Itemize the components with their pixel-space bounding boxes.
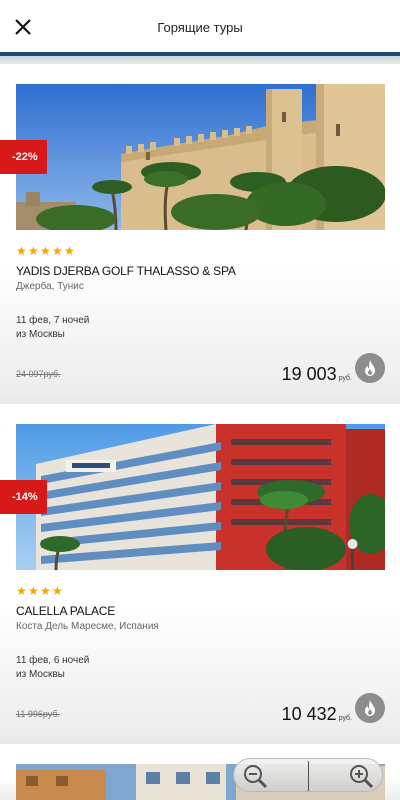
hotel-name[interactable]: YADIS DJERBA GOLF THALASSO & SPA — [16, 264, 236, 278]
zoom-out-icon[interactable] — [242, 763, 268, 789]
zoom-control — [233, 758, 383, 792]
old-price: 11 996руб. — [16, 709, 61, 719]
tour-dates: 11 фев, 7 ночей — [16, 315, 90, 326]
hotel-location: Джерба, Тунис — [16, 281, 84, 292]
star-icon: ★ — [28, 584, 39, 598]
price-value: 19 003 — [281, 364, 337, 384]
old-price: 24 097руб. — [16, 369, 61, 379]
departure-city: из Москвы — [16, 329, 65, 340]
discount-badge: -22% — [0, 140, 47, 174]
price-currency: руб. — [338, 375, 352, 382]
star-icon: ★ — [16, 244, 27, 258]
star-icon: ★ — [52, 244, 63, 258]
price: 10 432 руб. — [282, 704, 352, 725]
star-icon: ★ — [40, 244, 51, 258]
fire-icon[interactable] — [355, 353, 385, 383]
price-value: 10 432 — [281, 704, 337, 724]
hotel-name[interactable]: CALELLA PALACE — [16, 604, 115, 618]
page-title: Горящие туры — [157, 20, 243, 35]
star-icon: ★ — [64, 244, 75, 258]
tour-card[interactable]: -22% ★ ★ ★ ★ ★ YADIS DJERBA GOLF THALASS… — [0, 64, 400, 398]
star-rating: ★ ★ ★ ★ — [16, 584, 63, 598]
departure-city: из Москвы — [16, 669, 65, 680]
star-icon: ★ — [52, 584, 63, 598]
app-header: Горящие туры — [0, 0, 400, 56]
discount-badge: -14% — [0, 480, 47, 514]
price-currency: руб. — [338, 715, 352, 722]
star-icon: ★ — [40, 584, 51, 598]
star-icon: ★ — [16, 584, 27, 598]
zoom-in-icon[interactable] — [348, 763, 374, 789]
price: 19 003 руб. — [282, 364, 352, 385]
tour-dates: 11 фев, 6 ночей — [16, 655, 90, 666]
hotel-location: Коста Дель Маресме, Испания — [16, 621, 159, 632]
tour-card[interactable]: -14% ★ ★ ★ ★ CALELLA PALACE Коста Дель М… — [0, 404, 400, 738]
hotel-photo[interactable] — [16, 84, 385, 230]
fire-icon[interactable] — [355, 693, 385, 723]
star-rating: ★ ★ ★ ★ ★ — [16, 244, 75, 258]
hotel-photo[interactable] — [16, 424, 385, 570]
zoom-divider — [308, 761, 309, 791]
star-icon: ★ — [28, 244, 39, 258]
header-shadow — [0, 56, 400, 64]
